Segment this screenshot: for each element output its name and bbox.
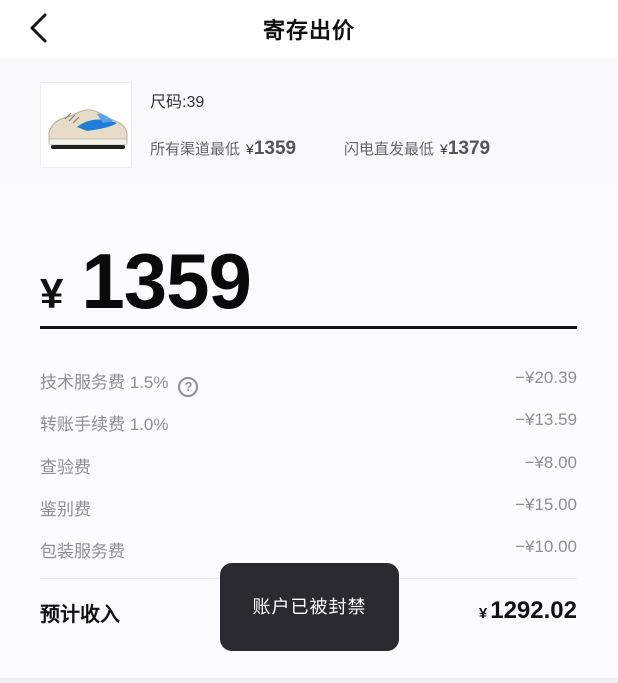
- currency-symbol: ¥: [246, 141, 254, 157]
- price-underline: [40, 326, 577, 329]
- fee-label: 查验费: [40, 458, 91, 477]
- nav-bar: 寄存出价: [0, 0, 618, 58]
- question-circle-icon[interactable]: ?: [178, 377, 199, 397]
- fee-label: 技术服务费 1.5%?: [40, 368, 199, 397]
- sneaker-icon: [48, 109, 128, 149]
- all-channels-lowest: 所有渠道最低 ¥1359: [150, 138, 296, 160]
- fee-label: 鉴别费: [40, 500, 91, 519]
- fee-row-packaging: 包装服务费 −¥10.00: [40, 533, 577, 563]
- fee-label: 包装服务费: [40, 542, 125, 561]
- currency-symbol: ¥: [440, 141, 448, 157]
- income-currency: ¥: [478, 605, 488, 622]
- fee-amount: −¥20.39: [515, 368, 577, 387]
- fee-label-text: 技术服务费 1.5%: [40, 373, 169, 392]
- page-title: 寄存出价: [262, 18, 355, 43]
- size-label: 尺码:39: [150, 94, 205, 111]
- fee-row-service: 技术服务费 1.5%? −¥20.39: [40, 364, 577, 397]
- bid-currency: ¥: [40, 270, 64, 317]
- bid-price-input[interactable]: ¥1359: [40, 236, 252, 327]
- income-value: ¥1292.02: [479, 597, 577, 625]
- fee-amount: −¥10.00: [515, 537, 577, 556]
- toast-message: 账户已被封禁: [220, 563, 399, 651]
- bid-price-value: 1359: [81, 237, 252, 325]
- flash-direct-lowest-label: 闪电直发最低: [344, 141, 435, 158]
- flash-direct-lowest: 闪电直发最低 ¥1379: [344, 138, 490, 160]
- fee-row-inspection: 查验费 −¥8.00: [40, 449, 577, 479]
- fee-amount: −¥13.59: [515, 410, 577, 429]
- bottom-strip: [0, 678, 618, 683]
- product-card: 尺码:39 所有渠道最低 ¥1359 闪电直发最低 ¥1379: [0, 58, 618, 188]
- all-channels-lowest-price: 1359: [253, 138, 297, 159]
- fee-row-transfer: 转账手续费 1.0% −¥13.59: [40, 406, 577, 436]
- income-amount: 1292.02: [490, 597, 577, 624]
- all-channels-lowest-label: 所有渠道最低: [150, 141, 241, 158]
- product-image[interactable]: [40, 82, 132, 168]
- flash-direct-lowest-price: 1379: [447, 138, 491, 159]
- fee-label: 转账手续费 1.0%: [40, 415, 169, 434]
- fee-row-authentication: 鉴别费 −¥15.00: [40, 491, 577, 521]
- fee-amount: −¥15.00: [515, 495, 577, 514]
- income-label: 预计收入: [40, 604, 120, 626]
- fee-amount: −¥8.00: [524, 453, 577, 472]
